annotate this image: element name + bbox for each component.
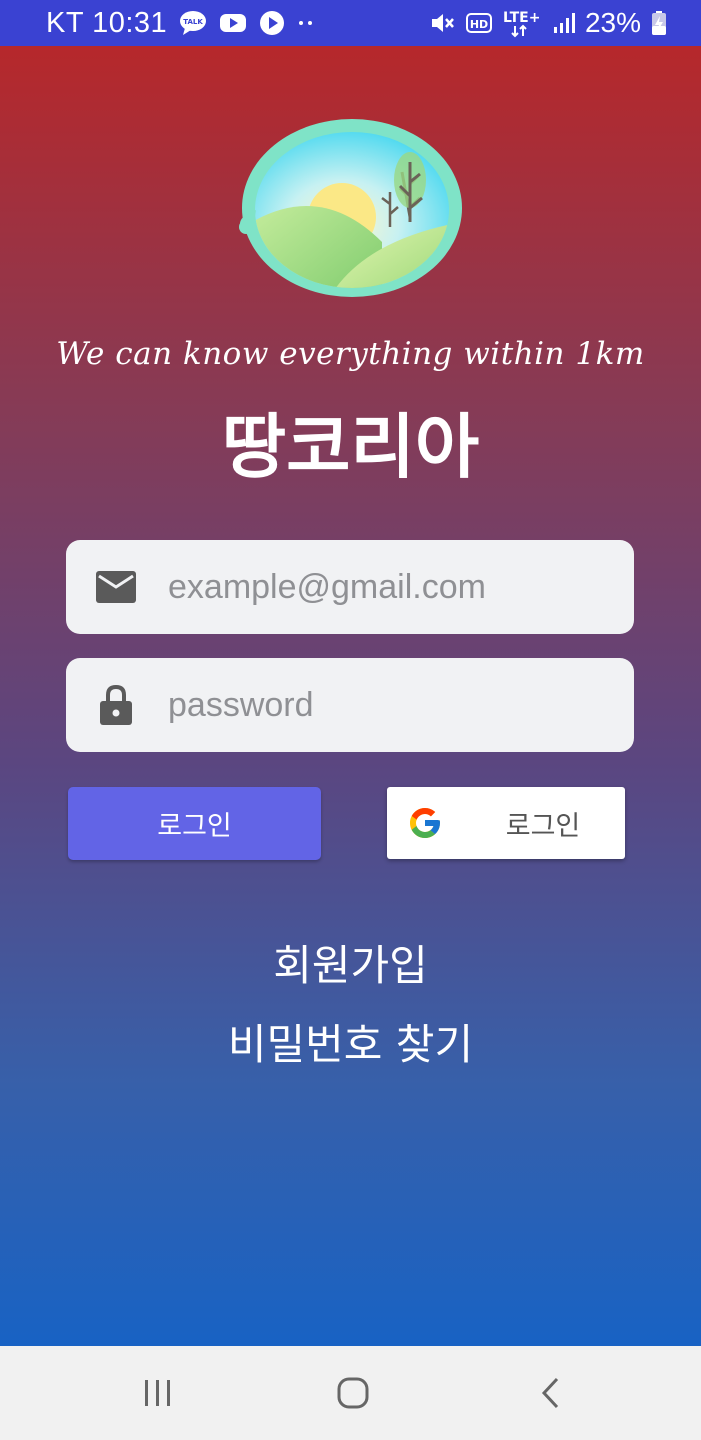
google-icon [410, 808, 440, 838]
hd-icon: HD [465, 11, 493, 35]
svg-text:TALK: TALK [183, 18, 203, 26]
password-field[interactable] [66, 658, 634, 752]
email-input[interactable] [168, 567, 608, 607]
more-dots-icon [297, 18, 315, 28]
carrier-time: KT 10:31 [46, 7, 167, 40]
play-icon [259, 10, 285, 36]
password-input[interactable] [168, 685, 608, 725]
login-screen: We can know everything within 1km 땅코리아 로… [0, 46, 701, 1346]
google-login-button[interactable]: 로그인 [387, 787, 625, 859]
carrier: KT [46, 6, 84, 39]
battery-charging-icon [651, 10, 667, 36]
google-login-label: 로그인 [505, 810, 581, 842]
navigation-bar [0, 1346, 701, 1440]
tagline: We can know everything within 1km [56, 336, 645, 372]
email-field[interactable] [66, 540, 634, 634]
status-bar: KT 10:31 TALK HD LTE+ 23% [0, 0, 701, 46]
lte-icon: LTE+ [503, 8, 543, 38]
mute-icon [429, 10, 455, 36]
recent-apps-icon [145, 1380, 170, 1406]
lte-label: LTE+ [503, 10, 540, 26]
youtube-icon [219, 12, 247, 34]
lock-icon [66, 684, 166, 726]
recent-apps-button[interactable] [113, 1346, 203, 1440]
talk-icon: TALK [179, 10, 207, 36]
home-icon [337, 1377, 369, 1409]
battery-percent: 23% [584, 7, 641, 38]
find-password-link[interactable]: 비밀번호 찾기 [0, 1011, 701, 1072]
hd-label: HD [470, 18, 488, 31]
clock: 10:31 [92, 6, 168, 39]
app-logo [239, 119, 462, 297]
back-icon [541, 1377, 559, 1409]
signal-icon [553, 11, 575, 35]
app-title: 땅코리아 [221, 406, 480, 488]
home-button[interactable] [308, 1346, 398, 1440]
signup-link[interactable]: 회원가입 [0, 932, 701, 993]
mail-icon [66, 571, 166, 603]
login-button[interactable]: 로그인 [68, 787, 321, 860]
back-button[interactable] [505, 1346, 595, 1440]
